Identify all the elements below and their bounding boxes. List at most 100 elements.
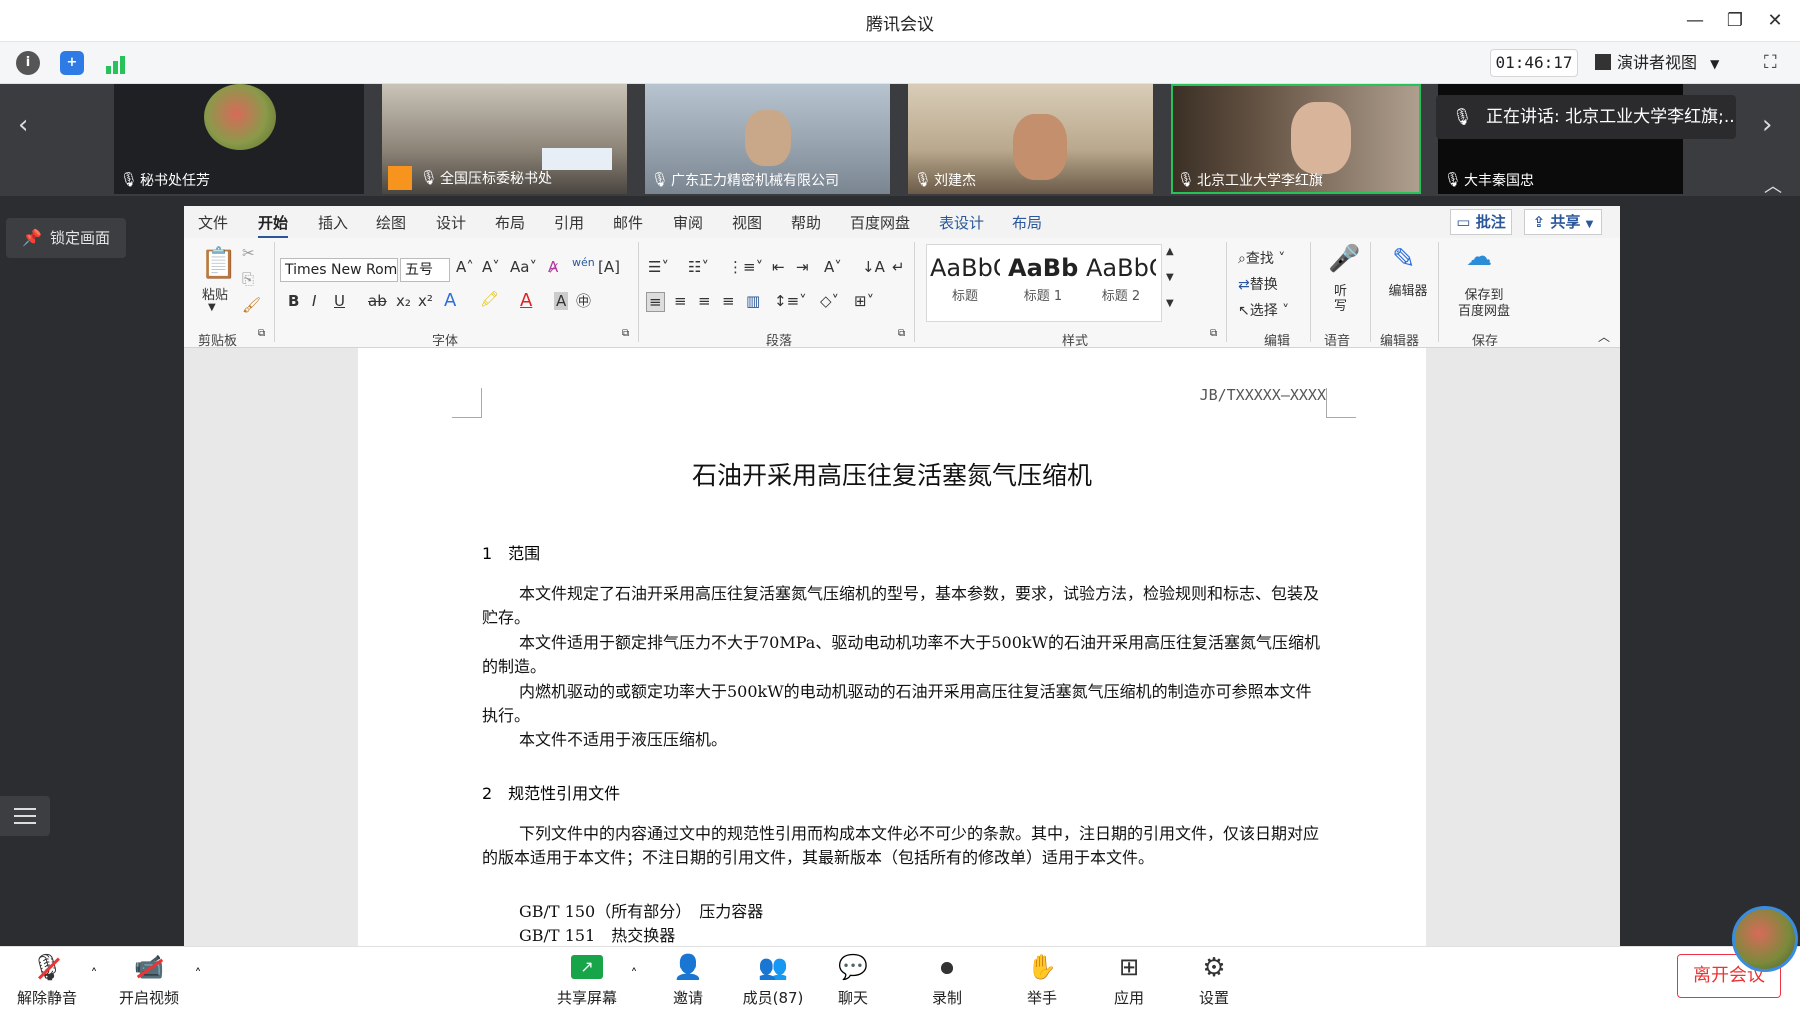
find-button[interactable]: ⌕查找 ˅ (1238, 248, 1285, 268)
view-mode-button[interactable]: 演讲者视图 ▼ (1595, 49, 1730, 77)
subscript-icon[interactable]: x₂ (396, 292, 411, 310)
font-size-select[interactable]: 五号 (400, 258, 450, 282)
style-title[interactable]: AaBbC 标题 (930, 251, 1000, 311)
distributed-icon[interactable]: ▥ (746, 292, 760, 310)
participant-tile[interactable]: 🎙 广东正力精密机械有限公司 (645, 84, 890, 194)
participant-tile[interactable]: 🎙 秘书处任芳 (114, 84, 364, 194)
justify-icon[interactable]: ≡ (722, 292, 735, 310)
fullscreen-icon[interactable]: ⛶ (1764, 52, 1777, 73)
increase-indent-icon[interactable]: ⇥ (796, 258, 809, 276)
tab-design[interactable]: 设计 (436, 212, 466, 233)
highlight-icon[interactable]: 🖍 (480, 290, 499, 308)
list-toggle-button[interactable] (0, 796, 50, 836)
dialog-launcher-icon[interactable]: ⧉ (622, 328, 629, 339)
strikethrough-icon[interactable]: ab (368, 292, 387, 310)
tab-layout[interactable]: 布局 (495, 212, 525, 233)
char-border-icon[interactable]: [A] (598, 258, 620, 276)
share-button[interactable]: ⇪ 共享 ▼ (1524, 209, 1602, 235)
participant-tile[interactable]: 🎙 刘建杰 (908, 84, 1153, 194)
self-avatar[interactable] (1732, 906, 1798, 972)
chevron-up-icon[interactable]: ˄ (190, 967, 206, 983)
dialog-launcher-icon[interactable]: ⧉ (258, 328, 265, 339)
save-to-baidu-label-2[interactable]: 百度网盘 (1456, 300, 1512, 319)
tab-baidu-netdisk[interactable]: 百度网盘 (850, 212, 910, 233)
shading-icon[interactable]: ◇˅ (820, 292, 839, 310)
style-heading-1[interactable]: AaBb 标题 1 (1008, 251, 1078, 311)
tab-help[interactable]: 帮助 (791, 212, 821, 233)
tab-mailings[interactable]: 邮件 (613, 212, 643, 233)
font-color-icon[interactable]: A (520, 290, 532, 311)
lock-view-button[interactable]: 📌 锁定画面 (6, 218, 126, 258)
invite-button[interactable]: 👤 邀请 (660, 953, 716, 1008)
text-effects-icon[interactable]: A (444, 290, 456, 311)
show-marks-icon[interactable]: ↵ (892, 258, 905, 276)
numbering-icon[interactable]: ☷˅ (688, 258, 709, 276)
unmute-button[interactable]: 🎙 解除静音 (14, 953, 80, 1008)
tab-draw[interactable]: 绘图 (376, 212, 406, 233)
format-painter-icon[interactable]: 🖌 (242, 296, 261, 314)
font-name-select[interactable]: Times New Roman (280, 258, 398, 282)
dictate-label[interactable]: 听写 (1334, 284, 1348, 314)
chevron-right-icon[interactable]: › (1762, 110, 1772, 140)
editor-label[interactable]: 编辑器 (1386, 284, 1430, 299)
superscript-icon[interactable]: x² (418, 292, 433, 310)
copy-icon[interactable]: ⎘ (242, 270, 254, 288)
restore-icon[interactable]: ❐ (1722, 8, 1748, 34)
borders-icon[interactable]: ⊞˅ (854, 292, 874, 310)
paste-icon[interactable]: 📋 (200, 246, 237, 281)
participant-tile-active[interactable]: 🎙 北京工业大学李红旗 (1171, 84, 1421, 194)
decrease-indent-icon[interactable]: ⇤ (772, 258, 785, 276)
align-right-icon[interactable]: ≡ (698, 292, 711, 310)
chevron-up-icon[interactable]: ˄ (86, 967, 102, 983)
italic-icon[interactable]: I (312, 292, 316, 310)
cut-icon[interactable]: ✂ (242, 244, 255, 262)
bold-icon[interactable]: B (288, 292, 299, 310)
dialog-launcher-icon[interactable]: ⧉ (898, 328, 905, 339)
asian-layout-icon[interactable]: A˅ (824, 258, 842, 276)
start-video-button[interactable]: 📹 开启视频 (116, 953, 182, 1008)
tab-review[interactable]: 审阅 (673, 212, 703, 233)
paste-label[interactable]: 粘贴 (202, 284, 228, 303)
select-button[interactable]: ↖选择 ˅ (1238, 300, 1289, 320)
comment-button[interactable]: ▭ 批注 (1450, 209, 1512, 235)
more-styles-icon[interactable]: ▼ (1166, 298, 1174, 309)
change-case-icon[interactable]: Aa˅ (510, 258, 537, 276)
tab-home[interactable]: 开始 (258, 212, 289, 239)
underline-icon[interactable]: U (334, 292, 345, 310)
shrink-font-icon[interactable]: A˅ (482, 258, 500, 276)
tab-file[interactable]: 文件 (198, 212, 228, 233)
tab-references[interactable]: 引用 (554, 212, 584, 233)
chevron-left-icon[interactable]: ‹ (18, 110, 28, 140)
close-icon[interactable]: ✕ (1762, 8, 1788, 34)
shield-icon[interactable]: + (60, 51, 84, 75)
record-button[interactable]: ⏺ 录制 (922, 953, 972, 1008)
editor-icon[interactable]: ✎ (1392, 242, 1415, 275)
bullets-icon[interactable]: ☰˅ (648, 258, 669, 276)
style-heading-2[interactable]: AaBbC 标题 2 (1086, 251, 1156, 311)
chat-button[interactable]: 💬 聊天 (828, 953, 878, 1008)
settings-button[interactable]: ⚙ 设置 (1189, 953, 1239, 1008)
collapse-ribbon-icon[interactable]: ︿ (1598, 328, 1610, 345)
char-shading-icon[interactable]: A (554, 292, 569, 310)
tab-insert[interactable]: 插入 (318, 212, 348, 233)
scroll-up-icon[interactable]: ▲ (1166, 246, 1174, 257)
align-left-icon[interactable]: ≡ (646, 292, 665, 312)
dialog-launcher-icon[interactable]: ⧉ (1210, 328, 1217, 339)
chevron-up-icon[interactable]: ︿ (1764, 172, 1782, 198)
sort-icon[interactable]: ↓A (862, 258, 885, 276)
info-icon[interactable]: i (16, 51, 40, 75)
replace-button[interactable]: ⇄替换 (1238, 274, 1278, 294)
clear-format-icon[interactable]: A̷ (548, 258, 558, 276)
tab-view[interactable]: 视图 (732, 212, 762, 233)
share-screen-button[interactable]: ↗ 共享屏幕 (552, 953, 622, 1008)
tab-table-layout[interactable]: 布局 (1012, 212, 1042, 233)
align-center-icon[interactable]: ≡ (674, 292, 687, 310)
scroll-down-icon[interactable]: ▼ (1166, 272, 1174, 283)
chevron-up-icon[interactable]: ˄ (626, 967, 642, 983)
tab-table-design[interactable]: 表设计 (939, 212, 984, 233)
grow-font-icon[interactable]: A˄ (456, 258, 474, 276)
chevron-down-icon[interactable]: ▼ (208, 302, 216, 313)
phonetic-guide-icon[interactable]: wén (572, 256, 595, 269)
members-button[interactable]: 👥 成员(87) (738, 953, 808, 1008)
signal-icon[interactable] (104, 54, 128, 74)
